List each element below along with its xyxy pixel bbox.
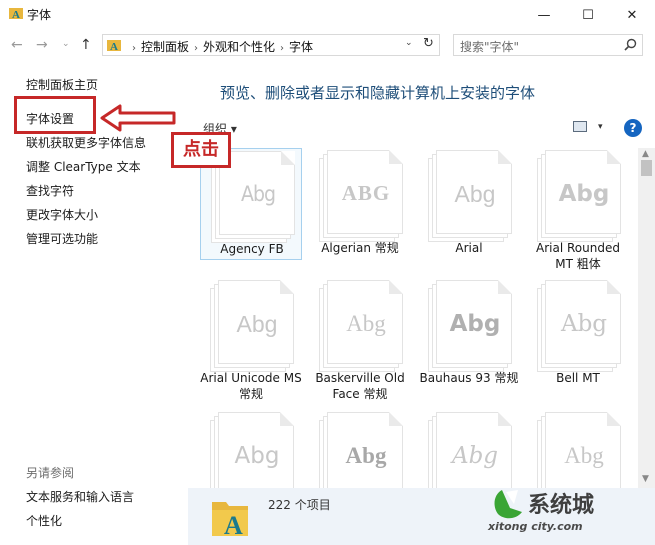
sidebar-item-adjust-cleartype[interactable]: 调整 ClearType 文本 <box>26 158 141 175</box>
toolbar: 组织 ▾ ▾ ? <box>200 118 655 140</box>
font-page-icon: Abg <box>218 412 294 488</box>
minimize-button[interactable]: — <box>522 0 566 30</box>
font-sample: ABG <box>341 181 391 205</box>
fonts-folder-icon: A <box>107 40 121 52</box>
change-view-icon[interactable] <box>573 121 587 132</box>
address-field[interactable]: A › 控制面板 › 外观和个性化 › 字体 ⌄ ↻ <box>102 34 440 56</box>
font-page-icon: Abg <box>218 280 294 364</box>
watermark-logo-icon: 系统城 <box>494 490 594 519</box>
font-page-icon: Abg <box>545 150 621 234</box>
breadcrumb-fonts[interactable]: 字体 <box>289 40 313 54</box>
forward-button[interactable]: → <box>36 37 48 53</box>
font-tile-algerian[interactable]: ABG Algerian 常规 <box>309 148 411 260</box>
font-tile-arial-unicode[interactable]: Abg Arial Unicode MS 常规 <box>200 278 302 401</box>
breadcrumb-appearance[interactable]: 外观和个性化 <box>203 40 275 54</box>
font-tile[interactable]: Abg <box>418 410 520 488</box>
sidebar-item-control-panel-home[interactable]: 控制面板主页 <box>26 76 98 93</box>
font-tile-arial[interactable]: Abg Arial <box>418 148 520 260</box>
font-name: Algerian 常规 <box>321 241 399 255</box>
title-bar: A 字体 — ☐ ✕ <box>0 0 655 30</box>
font-name: Bauhaus 93 常规 <box>419 371 519 385</box>
font-sample: Abg <box>558 181 610 207</box>
font-page-icon: Abg <box>545 280 621 364</box>
font-sample: Abg <box>346 311 386 336</box>
watermark-logo: 系统城 xitong city.com <box>488 486 638 538</box>
sidebar-item-manage-optional-features[interactable]: 管理可选功能 <box>26 230 98 247</box>
annotation-highlight-box <box>14 96 96 134</box>
vertical-scrollbar[interactable]: ▲ ▼ <box>638 148 655 488</box>
svg-text:A: A <box>224 511 243 538</box>
sidebar-item-find-character[interactable]: 查找字符 <box>26 182 74 199</box>
font-grid: Abg Agency FB ABG Algerian 常规 Abg Arial … <box>200 148 638 488</box>
scroll-down-button[interactable]: ▼ <box>642 474 649 484</box>
font-tile-baskerville[interactable]: Abg Baskerville Old Face 常规 <box>309 278 411 401</box>
search-input[interactable]: 搜索"字体" <box>453 34 643 56</box>
annotation-callout: 点击 <box>171 132 231 168</box>
font-sample: Abg <box>451 443 499 469</box>
font-tile[interactable]: Abg <box>527 410 629 488</box>
font-tile[interactable]: Abg <box>309 410 411 488</box>
recent-locations-button[interactable]: ⌄ <box>62 39 70 49</box>
font-sample: Abg <box>560 311 608 337</box>
fonts-folder-icon: A <box>9 8 23 20</box>
font-tile-arial-rounded[interactable]: Abg Arial Rounded MT 粗体 <box>527 148 629 271</box>
font-page-icon: Abg <box>327 412 403 488</box>
font-page-icon: Abg <box>545 412 621 488</box>
up-button[interactable]: ↑ <box>80 37 92 53</box>
font-page-icon: Abg <box>436 280 512 364</box>
breadcrumb-separator[interactable]: › <box>194 43 198 54</box>
address-history-dropdown[interactable]: ⌄ <box>405 38 413 48</box>
font-page-icon: Abg <box>436 150 512 234</box>
annotation-arrow-icon <box>100 104 176 132</box>
font-tile[interactable]: Abg <box>200 410 302 488</box>
svg-text:A: A <box>110 41 118 52</box>
breadcrumb: › 控制面板 › 外观和个性化 › 字体 <box>127 38 313 55</box>
font-tile-bauhaus[interactable]: Abg Bauhaus 93 常规 <box>418 278 520 390</box>
font-name: Arial <box>455 241 483 255</box>
font-sample: Abg <box>454 181 496 207</box>
font-name: Baskerville Old Face 常规 <box>315 371 405 401</box>
navigation-bar: ← → ⌄ ↑ A › 控制面板 › 外观和个性化 › 字体 ⌄ ↻ 搜索"字体" <box>0 30 655 60</box>
font-sample: Abg <box>564 443 604 468</box>
maximize-button[interactable]: ☐ <box>566 0 610 30</box>
breadcrumb-separator[interactable]: › <box>280 43 284 54</box>
font-page-icon: Abg <box>327 280 403 364</box>
breadcrumb-control-panel[interactable]: 控制面板 <box>141 40 189 54</box>
search-placeholder: 搜索"字体" <box>460 40 520 54</box>
font-name: Arial Rounded MT 粗体 <box>536 241 620 271</box>
breadcrumb-separator: › <box>132 43 136 54</box>
scroll-thumb[interactable] <box>641 160 652 176</box>
font-sample: Abg <box>236 311 278 337</box>
font-sample: Abg <box>345 443 387 468</box>
sidebar-item-change-font-size[interactable]: 更改字体大小 <box>26 206 98 223</box>
sidebar-item-personalization[interactable]: 个性化 <box>26 512 62 529</box>
font-tile-bell-mt[interactable]: Abg Bell MT <box>527 278 629 390</box>
back-button[interactable]: ← <box>11 37 23 53</box>
help-icon[interactable]: ? <box>624 119 642 137</box>
window-title: 字体 <box>27 8 52 22</box>
font-sample: Abg <box>234 443 280 469</box>
view-options-dropdown[interactable]: ▾ <box>598 122 603 132</box>
sidebar-item-text-services[interactable]: 文本服务和输入语言 <box>26 488 134 505</box>
scroll-up-button[interactable]: ▲ <box>642 149 649 159</box>
watermark-logo-text: 系统城 <box>528 492 594 518</box>
search-icon <box>624 38 637 51</box>
font-sample: Abg <box>241 182 276 206</box>
font-page-icon: ABG <box>327 150 403 234</box>
sidebar-item-get-more-fonts-online[interactable]: 联机获取更多字体信息 <box>26 134 146 151</box>
font-name: Arial Unicode MS 常规 <box>200 371 302 401</box>
refresh-button[interactable]: ↻ <box>423 36 434 51</box>
page-title: 预览、删除或者显示和隐藏计算机上安装的字体 <box>220 84 536 102</box>
font-name: Bell MT <box>556 371 600 385</box>
item-count: 222 个项目 <box>268 498 331 512</box>
font-page-icon: Abg <box>436 412 512 488</box>
font-name: Agency FB <box>220 242 284 256</box>
watermark-url: xitong city.com <box>488 520 583 533</box>
see-also-heading: 另请参阅 <box>26 466 75 480</box>
font-sample: Abg <box>449 311 501 337</box>
svg-text:A: A <box>12 9 20 20</box>
close-button[interactable]: ✕ <box>610 0 654 30</box>
fonts-folder-icon: A <box>212 502 248 538</box>
